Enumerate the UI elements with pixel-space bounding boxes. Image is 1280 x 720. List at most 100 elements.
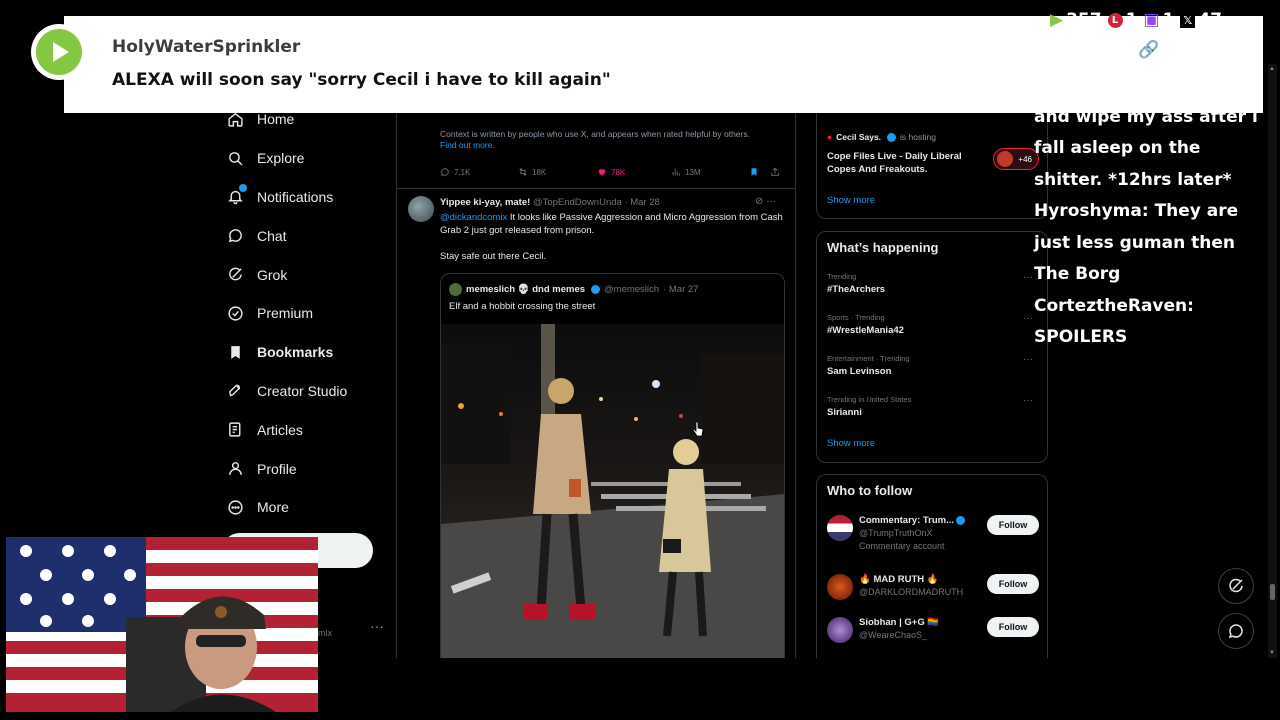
trend-item[interactable]: Entertainment · Trending Sam Levinson ··… — [827, 354, 1039, 377]
trend-name: Sirianni — [827, 407, 862, 418]
follow-handle: @TrumpTruthOnX — [859, 528, 933, 538]
views-icon — [672, 168, 680, 176]
nav-premium[interactable]: Premium — [222, 294, 392, 333]
twitch-icon: ▣ — [1143, 10, 1160, 30]
tweet-date[interactable]: · Mar 28 — [624, 197, 659, 208]
nav-creator-studio[interactable]: Creator Studio — [222, 372, 392, 411]
follow-suggestion[interactable]: Commentary: Trum... @TrumpTruthOnX Comme… — [827, 515, 1039, 551]
alert-username: HolyWaterSprinkler — [112, 37, 301, 57]
trend-more-icon[interactable]: ··· — [1023, 272, 1033, 283]
quote-avatar — [449, 283, 462, 296]
bookmark-icon — [226, 343, 244, 361]
verified-badge-icon — [956, 515, 966, 525]
grok-icon — [226, 266, 244, 284]
community-note-context: Context is written by people who use X, … — [440, 129, 750, 139]
follow-button[interactable]: Follow — [987, 574, 1039, 594]
nav-chat[interactable]: Chat — [222, 216, 392, 255]
more-circle-icon — [226, 498, 244, 516]
avatar — [827, 574, 853, 600]
nav-label: Notifications — [257, 188, 334, 205]
follow-suggestion[interactable]: 🔥 MAD RUTH 🔥 @DARKLORDMADRUTH Follow — [827, 574, 1039, 610]
space-listeners[interactable]: +46 — [993, 148, 1039, 170]
trend-item[interactable]: Trending in United States Sirianni ··· — [827, 395, 1039, 418]
trend-category: Trending in United States — [827, 395, 912, 404]
quoted-tweet[interactable]: memeslich 💀 dnd memes @memeslich · Mar 2… — [440, 273, 785, 658]
grok-explain-icon[interactable]: ⊘ — [755, 196, 763, 207]
quote-photo[interactable] — [441, 324, 785, 658]
nav-bookmarks[interactable]: Bookmarks — [222, 333, 392, 372]
bookmark-button[interactable] — [749, 167, 759, 177]
locals-stat: L1 — [1107, 10, 1137, 30]
follow-account-type: Commentary account — [859, 541, 945, 551]
tweet-mention[interactable]: @dickandcomix — [440, 212, 507, 223]
like-button[interactable]: 78K — [597, 167, 625, 177]
repost-button[interactable]: 18K — [518, 167, 546, 177]
avatar — [827, 617, 853, 643]
follow-button[interactable]: Follow — [987, 617, 1039, 637]
views-button[interactable]: 13M — [671, 167, 701, 177]
whats-happening-title: What’s happening — [827, 240, 939, 255]
nav-label: Explore — [257, 150, 305, 167]
premium-icon — [226, 304, 244, 322]
trend-more-icon[interactable]: ··· — [1023, 313, 1033, 324]
follow-handle: @WeareChaoS_ — [859, 630, 928, 640]
messages-fab-button[interactable] — [1218, 613, 1254, 649]
notification-badge — [239, 183, 247, 192]
nav-explore[interactable]: Explore — [222, 139, 392, 178]
space-host: ● Cecil Says. is hosting — [827, 132, 936, 142]
bookmark-filled-icon — [751, 168, 757, 176]
tweet-author-avatar[interactable] — [408, 196, 434, 222]
tweet-more-icon[interactable]: ··· — [766, 196, 776, 207]
home-icon — [226, 110, 244, 128]
search-icon — [226, 149, 244, 167]
person-icon — [226, 460, 244, 478]
nav-more[interactable]: More — [222, 488, 392, 527]
repost-icon — [519, 168, 527, 176]
space-title[interactable]: Cope Files Live - Daily Liberal Copes An… — [827, 150, 987, 176]
account-more-button[interactable]: ··· — [370, 618, 384, 634]
nav-articles[interactable]: Articles — [222, 410, 392, 449]
trend-item[interactable]: Sports · Trending #WrestleMania42 ··· — [827, 313, 1039, 336]
share-button[interactable] — [770, 167, 780, 177]
donation-alert-banner: HolyWaterSprinkler ALEXA will soon say "… — [64, 16, 1024, 113]
rumble-logo-icon — [31, 24, 87, 80]
rumble-play-icon: ▶ — [1050, 10, 1064, 30]
quote-author-name: memeslich 💀 dnd memes — [466, 284, 586, 295]
nav-grok[interactable]: Grok — [222, 255, 392, 294]
webcam-feed — [6, 537, 318, 712]
locals-icon: L — [1107, 12, 1123, 28]
follow-button[interactable]: Follow — [987, 515, 1039, 535]
trend-more-icon[interactable]: ··· — [1023, 395, 1033, 406]
follow-name: Siobhan | G+G 🏳️‍🌈 — [859, 617, 940, 628]
find-out-more-link[interactable]: Find out more. — [440, 140, 495, 150]
reply-button[interactable]: 7.1K — [440, 167, 470, 177]
tweet-author-name[interactable]: Yippee ki-yay, mate! — [440, 197, 530, 208]
follow-handle: @DARKLORDMADRUTH — [859, 587, 964, 597]
mouse-cursor-icon — [692, 421, 704, 437]
trend-item[interactable]: Trending #TheArchers ··· — [827, 272, 1039, 295]
scroll-down-arrow-icon[interactable]: ▼ — [1269, 650, 1275, 656]
chat-message: Hyroshyma: They are just less guman then… — [1034, 201, 1239, 284]
grok-fab-button[interactable] — [1218, 568, 1254, 604]
trend-more-icon[interactable]: ··· — [1023, 354, 1033, 365]
scrollbar-thumb[interactable] — [1270, 584, 1275, 600]
space-show-more-link[interactable]: Show more — [827, 195, 875, 206]
tweet-divider — [397, 188, 795, 189]
message-icon — [1228, 624, 1243, 639]
account-handle: mlx — [318, 628, 332, 638]
chat-icon — [226, 227, 244, 245]
quote-text: Elf and a hobbit crossing the street — [449, 301, 596, 312]
twitch-stat: ▣ 1 — [1143, 10, 1175, 30]
article-icon — [226, 421, 244, 439]
nav-notifications[interactable]: Notifications — [222, 178, 392, 217]
who-to-follow-title: Who to follow — [827, 483, 913, 498]
follow-name: Commentary: Trum... — [859, 515, 966, 526]
follow-name: 🔥 MAD RUTH 🔥 — [859, 574, 939, 585]
tweet-author-handle[interactable]: @TopEndDownUnda — [533, 197, 622, 208]
nav-label: Bookmarks — [257, 344, 334, 361]
nav-profile[interactable]: Profile — [222, 449, 392, 488]
follow-suggestion[interactable]: Siobhan | G+G 🏳️‍🌈 @WeareChaoS_ Follow — [827, 617, 1039, 653]
trends-show-more-link[interactable]: Show more — [827, 438, 875, 449]
tweet-actions: 7.1K 18K 78K 13M — [440, 167, 790, 181]
tweet-text: @dickandcomix It looks like Passive Aggr… — [440, 211, 790, 237]
